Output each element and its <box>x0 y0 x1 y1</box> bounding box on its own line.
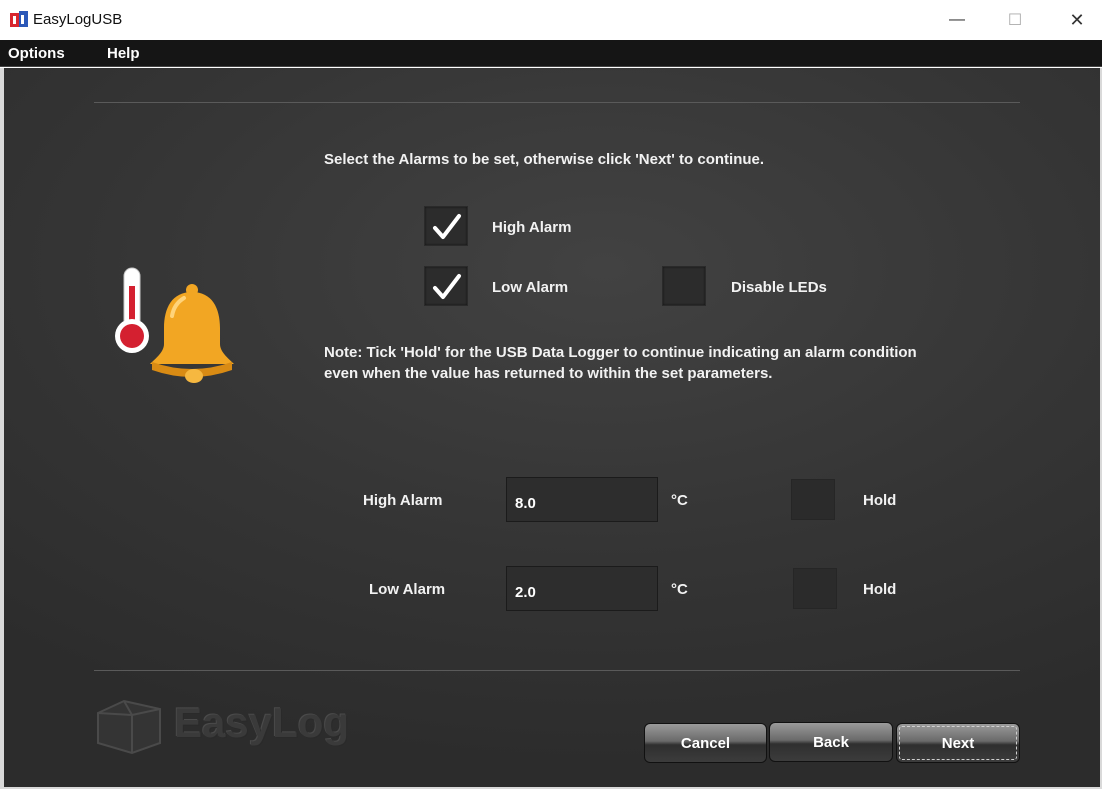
high-alarm-checkbox[interactable] <box>424 206 468 246</box>
close-icon: ✕ <box>1069 9 1085 30</box>
minimize-icon: — <box>949 11 965 28</box>
menu-help[interactable]: Help <box>107 45 140 62</box>
cancel-button[interactable]: Cancel <box>644 723 767 763</box>
low-alarm-checkbox-label: Low Alarm <box>492 279 569 296</box>
low-alarm-value-label: Low Alarm <box>369 581 446 598</box>
alarm-bell-thermometer-icon <box>115 267 234 383</box>
checkmark-icon <box>433 214 461 239</box>
high-alarm-input[interactable]: 8.0 <box>506 477 658 522</box>
high-alarm-hold-label: Hold <box>863 492 897 509</box>
minimize-button[interactable]: — <box>934 0 980 40</box>
checkmark-icon <box>433 274 461 299</box>
title-bar: EasyLogUSB — ☐ ✕ <box>0 0 1102 40</box>
easylog-logo: EasyLog <box>94 695 354 755</box>
hold-note: Note: Tick 'Hold' for the USB Data Logge… <box>324 344 917 382</box>
top-divider <box>94 102 1020 103</box>
menu-bar: Options Help <box>0 40 1102 67</box>
menu-options[interactable]: Options <box>8 45 65 62</box>
low-alarm-input[interactable]: 2.0 <box>506 566 658 611</box>
window-title: EasyLogUSB <box>33 11 123 28</box>
high-alarm-unit: °C <box>671 492 688 509</box>
high-alarm-checkbox-label: High Alarm <box>492 219 572 236</box>
high-alarm-hold-checkbox[interactable] <box>791 479 835 520</box>
back-button[interactable]: Back <box>769 722 893 762</box>
alarm-setup-panel: Select the Alarms to be set, otherwise c… <box>0 68 1102 789</box>
easylog-app-icon <box>10 11 28 27</box>
disable-leds-checkbox[interactable] <box>662 266 706 306</box>
close-button[interactable]: ✕ <box>1054 0 1100 40</box>
next-button[interactable]: Next <box>896 723 1020 763</box>
low-alarm-checkbox[interactable] <box>424 266 468 306</box>
low-alarm-hold-label: Hold <box>863 581 897 598</box>
low-alarm-hold-checkbox[interactable] <box>793 568 837 609</box>
high-alarm-value-label: High Alarm <box>363 492 443 509</box>
instruction-text: Select the Alarms to be set, otherwise c… <box>324 151 765 168</box>
easylog-logo-icon <box>97 699 161 755</box>
maximize-button[interactable]: ☐ <box>992 0 1038 40</box>
low-alarm-unit: °C <box>671 581 688 598</box>
disable-leds-label: Disable LEDs <box>731 279 827 296</box>
easylog-logo-text: EasyLog <box>174 699 350 746</box>
bottom-divider <box>94 670 1020 671</box>
maximize-icon: ☐ <box>1007 12 1023 29</box>
